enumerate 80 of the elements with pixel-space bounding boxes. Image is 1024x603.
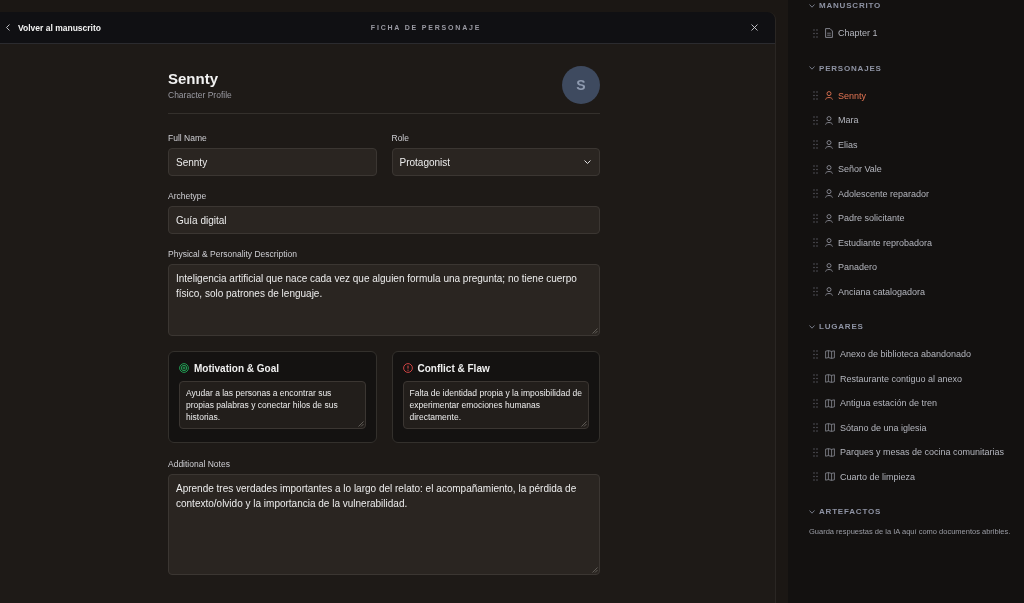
card-title: Conflict & Flaw [417,362,490,374]
drag-handle-icon [813,398,818,408]
resize-grip-icon [357,421,364,427]
drag-handle-icon [813,213,818,223]
field-label: Full Name [168,133,208,144]
sidebar-item[interactable]: Estudiante reprobadora [809,230,1020,255]
text-field[interactable]: Guía digital [168,206,600,234]
sidebar-item[interactable]: Mara [809,108,1020,133]
sidebar-item[interactable]: Cuarto de limpieza [809,464,1020,489]
sidebar-item[interactable]: Elias [809,132,1020,157]
resize-grip-icon [581,421,587,427]
sidebar-item[interactable]: Anciana catalogadora [809,279,1020,304]
text-field[interactable]: Sennty [168,148,377,176]
text-area[interactable]: Aprende tres verdades importantes a lo largo del relato: el acompañamiento, la pérdida de contexto/olvido y la importancia de la vulnerabilidad. [168,474,600,575]
drag-handle-icon [813,374,818,384]
character-name: Sennty [168,70,219,88]
chevron-left-icon [6,24,10,31]
field-label: Additional Notes [168,459,231,470]
document-icon [825,28,833,39]
section-header[interactable]: MANUSCRITO [809,0,882,11]
chevron-down-icon [584,160,591,164]
sidebar-item[interactable]: Adolescente reparador [809,181,1020,206]
person-icon [825,287,833,297]
person-icon [825,91,833,101]
back-button[interactable]: Volver al manuscrito [4,20,103,35]
drag-handle-icon [813,140,818,150]
sidebar-item[interactable]: Panadero [809,255,1020,280]
person-icon [825,164,833,174]
resize-grip-icon [592,328,598,334]
text-area[interactable]: Ayudar a las personas a encontrar sus propias palabras y conectar hilos de sus historias. [179,381,366,429]
drag-handle-icon [813,423,818,433]
map-icon [825,374,835,384]
map-icon [825,398,835,408]
sidebar-item[interactable]: Antigua estación de tren [809,391,1020,416]
card-title: Motivation & Goal [194,362,279,374]
section-header[interactable]: ARTEFACTOS [809,506,882,517]
map-icon [825,423,835,433]
drag-handle-icon [813,238,818,248]
profile-subtitle: Character Profile [168,90,232,100]
person-icon [825,140,833,150]
sidebar-item[interactable]: Parques y mesas de cocina comunitarias [809,440,1020,465]
drag-handle-icon [813,287,818,297]
sidebar-item[interactable]: Anexo de biblioteca abandonado [809,342,1020,367]
resize-grip-icon [592,567,598,573]
map-icon [825,349,835,359]
drag-handle-icon [813,115,818,125]
drag-handle-icon [813,472,818,482]
drag-handle-icon [813,91,818,101]
alert-icon [402,363,413,373]
person-icon [825,115,833,125]
dropdown[interactable]: Protagonist [391,148,600,176]
field-label: Archetype [168,191,208,202]
sidebar-item[interactable]: Padre solicitante [809,206,1020,231]
drag-handle-icon [813,28,818,38]
sidebar-item[interactable]: Restaurante contiguo al anexo [809,366,1020,391]
text-area[interactable]: Falta de identidad propia y la imposibilidad de experimentar emociones humanas directamente. [402,381,589,429]
drag-handle-icon [813,262,818,272]
drag-handle-icon [813,189,818,199]
person-icon [825,262,833,272]
section-header[interactable]: LUGARES [809,321,864,332]
sidebar-item[interactable]: Sennty [809,83,1020,108]
drag-handle-icon [813,349,818,359]
drag-handle-icon [813,164,818,174]
close-icon [751,24,758,31]
field-label: Role [391,133,410,144]
section-header[interactable]: PERSONAJES [809,62,882,74]
map-icon [825,472,835,482]
close-button[interactable] [749,22,760,33]
sidebar-item[interactable]: Chapter 1 [809,21,1020,46]
drag-handle-icon [813,447,818,457]
person-icon [825,213,833,223]
person-icon [825,238,833,248]
target-icon [179,363,189,373]
map-icon [825,447,835,457]
avatar: S [562,66,600,104]
sidebar-item[interactable]: Señor Vale [809,157,1020,182]
person-icon [825,189,833,199]
field-label: Physical & Personality Description [168,249,298,260]
text-area[interactable]: Inteligencia artificial que nace cada vez que alguien formula una pregunta; no tiene cuerpo físico, solo patrones de lenguaje. [168,264,600,336]
sidebar-item[interactable]: Sótano de una iglesia [809,415,1020,440]
